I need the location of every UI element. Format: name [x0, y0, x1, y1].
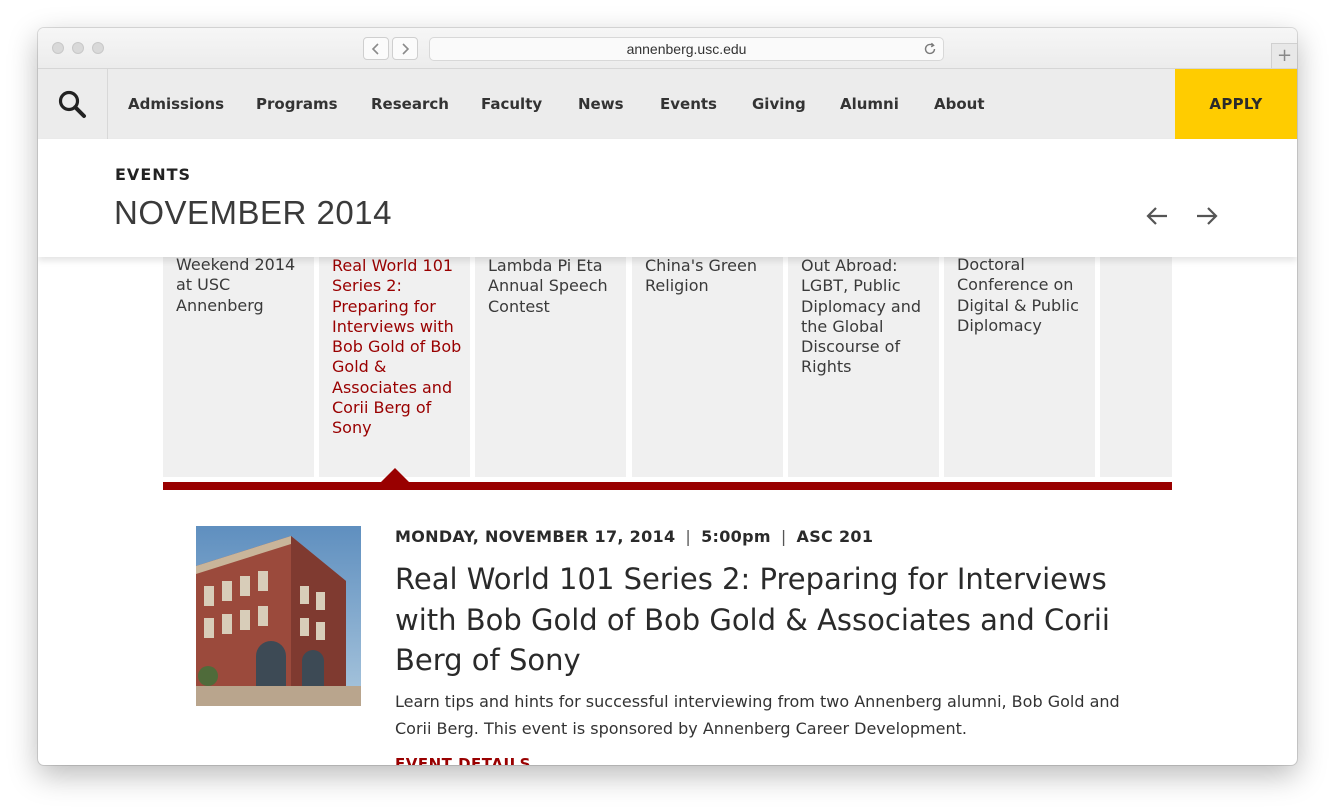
event-card-title: Lambda Pi Eta Annual Speech Contest: [488, 257, 608, 316]
event-time: 5:00pm: [701, 527, 771, 546]
event-date: MONDAY, NOVEMBER 17, 2014: [395, 527, 676, 546]
nav-events[interactable]: Events: [660, 69, 717, 139]
plus-icon: +: [1276, 45, 1293, 66]
event-location: ASC 201: [796, 527, 874, 546]
event-details-link[interactable]: EVENT DETAILS: [395, 755, 531, 765]
carousel-divider: [163, 482, 1172, 490]
search-icon: [58, 90, 86, 118]
nav-alumni[interactable]: Alumni: [840, 69, 899, 139]
event-card[interactable]: Lambda Pi Eta Annual Speech Contest: [475, 257, 626, 477]
nav-research[interactable]: Research: [371, 69, 449, 139]
history-buttons: [363, 37, 419, 60]
nav-news[interactable]: News: [578, 69, 624, 139]
nav-programs[interactable]: Programs: [256, 69, 338, 139]
forward-button[interactable]: [392, 37, 418, 60]
address-bar[interactable]: annenberg.usc.edu: [429, 37, 944, 61]
event-title[interactable]: Real World 101 Series 2: Preparing for I…: [395, 559, 1135, 681]
nav-about[interactable]: About: [934, 69, 985, 139]
event-description: Learn tips and hints for successful inte…: [395, 692, 1120, 738]
event-card[interactable]: China's Green Religion: [632, 257, 783, 477]
nav-giving[interactable]: Giving: [752, 69, 806, 139]
event-card-title: China's Green Religion: [645, 257, 757, 296]
chevron-left-icon: [371, 43, 379, 55]
previous-month-button[interactable]: [1145, 205, 1169, 232]
event-card[interactable]: Weekend 2014 at USC Annenberg: [163, 257, 314, 477]
event-card-title: Doctoral Conference on Digital & Public …: [957, 257, 1079, 335]
close-window-button[interactable]: [52, 42, 64, 54]
url-text: annenberg.usc.edu: [626, 41, 747, 57]
browser-window: annenberg.usc.edu + Admissions Programs …: [38, 28, 1297, 765]
event-card-title: Weekend 2014 at USC Annenberg: [176, 257, 296, 315]
back-button[interactable]: [363, 37, 389, 60]
events-header: EVENTS NOVEMBER 2014: [38, 139, 1297, 257]
reload-icon[interactable]: [923, 39, 937, 62]
minimize-window-button[interactable]: [72, 42, 84, 54]
arrow-left-icon: [1146, 207, 1167, 225]
section-label: EVENTS: [115, 165, 192, 184]
next-month-button[interactable]: [1195, 205, 1219, 232]
search-button[interactable]: [38, 69, 108, 139]
zoom-window-button[interactable]: [92, 42, 104, 54]
meta-separator: |: [780, 527, 787, 546]
new-tab-button[interactable]: +: [1271, 43, 1297, 68]
meta-separator: |: [685, 527, 692, 546]
arrow-right-icon: [1197, 207, 1218, 225]
event-card-title: Out Abroad: LGBT, Public Diplomacy and t…: [801, 257, 921, 377]
month-title: NOVEMBER 2014: [114, 194, 392, 231]
nav-admissions[interactable]: Admissions: [128, 69, 224, 139]
site-navigation: Admissions Programs Research Faculty New…: [38, 69, 1297, 139]
event-card[interactable]: Out Abroad: LGBT, Public Diplomacy and t…: [788, 257, 939, 477]
browser-titlebar: annenberg.usc.edu +: [38, 28, 1297, 69]
event-card-active[interactable]: Real World 101 Series 2: Preparing for I…: [319, 257, 470, 477]
event-carousel: Weekend 2014 at USC Annenberg Real World…: [163, 257, 1172, 477]
nav-faculty[interactable]: Faculty: [481, 69, 542, 139]
chevron-right-icon: [402, 43, 410, 55]
event-image: [196, 526, 361, 706]
active-card-pointer: [381, 468, 409, 482]
event-meta: MONDAY, NOVEMBER 17, 2014 | 5:00pm | ASC 201: [395, 527, 873, 546]
apply-button[interactable]: APPLY: [1175, 69, 1297, 139]
event-card[interactable]: [1100, 257, 1172, 477]
event-card-title: Real World 101 Series 2: Preparing for I…: [332, 257, 462, 438]
event-card[interactable]: Doctoral Conference on Digital & Public …: [944, 257, 1095, 477]
